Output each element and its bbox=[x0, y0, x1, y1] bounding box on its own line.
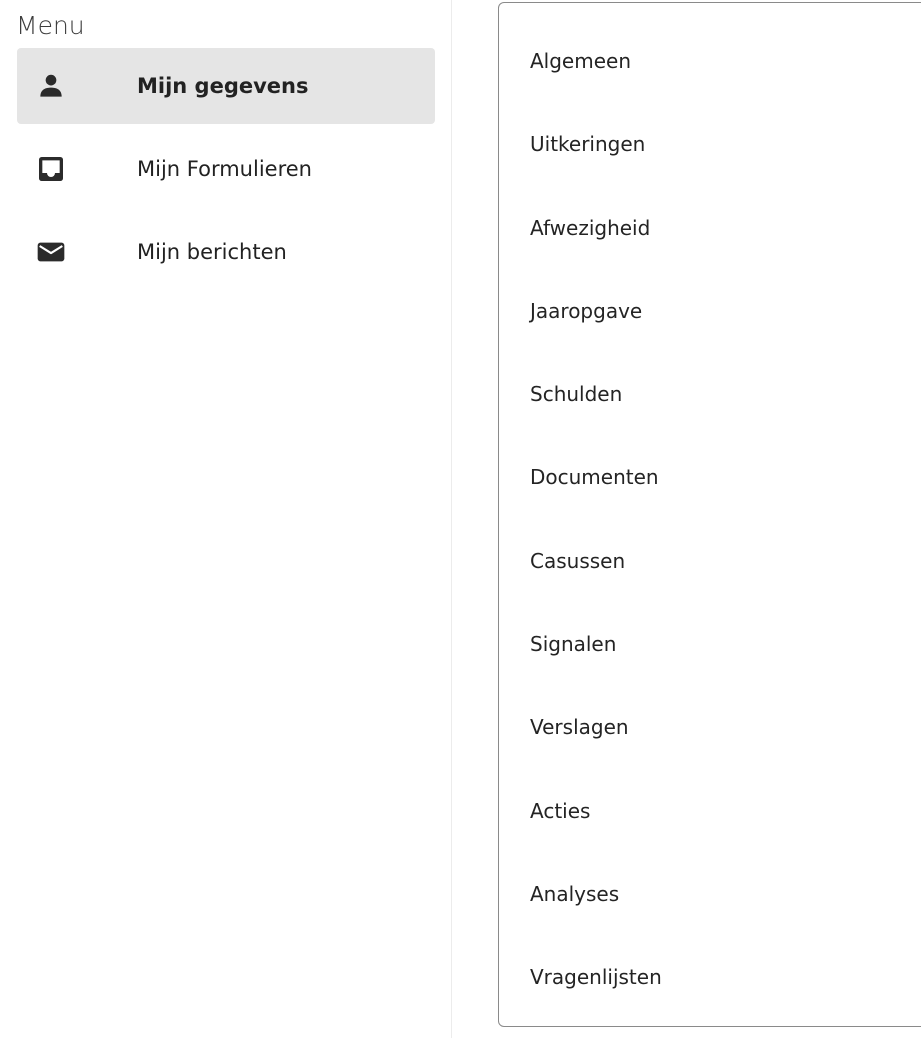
menu-heading: Menu bbox=[16, 11, 85, 40]
page: Menu Mijn gegevens Mijn Formulieren Mijn… bbox=[0, 0, 921, 1038]
submenu-item-signalen[interactable]: Signalen bbox=[530, 631, 662, 714]
main-menu: Menu Mijn gegevens Mijn Formulieren Mijn… bbox=[0, 0, 452, 1038]
submenu-item-vragenlijsten[interactable]: Vragenlijsten bbox=[530, 964, 662, 1038]
person-icon bbox=[35, 70, 67, 102]
menu-list: Mijn gegevens Mijn Formulieren Mijn beri… bbox=[17, 48, 435, 297]
submenu-item-schulden[interactable]: Schulden bbox=[530, 381, 662, 464]
menu-item-label: Mijn gegevens bbox=[137, 74, 309, 98]
submenu-item-acties[interactable]: Acties bbox=[530, 798, 662, 881]
submenu-item-afwezigheid[interactable]: Afwezigheid bbox=[530, 215, 662, 298]
mail-icon bbox=[35, 236, 67, 268]
inbox-icon bbox=[35, 153, 67, 185]
menu-item-mijn-berichten[interactable]: Mijn berichten bbox=[17, 214, 435, 290]
submenu-item-algemeen[interactable]: Algemeen bbox=[530, 48, 662, 131]
submenu-panel: Algemeen Uitkeringen Afwezigheid Jaaropg… bbox=[498, 2, 921, 1027]
submenu-item-verslagen[interactable]: Verslagen bbox=[530, 714, 662, 797]
menu-item-label: Mijn berichten bbox=[137, 240, 287, 264]
submenu-item-analyses[interactable]: Analyses bbox=[530, 881, 662, 964]
menu-item-mijn-formulieren[interactable]: Mijn Formulieren bbox=[17, 131, 435, 207]
submenu-item-jaaropgave[interactable]: Jaaropgave bbox=[530, 298, 662, 381]
submenu-item-casussen[interactable]: Casussen bbox=[530, 548, 662, 631]
submenu-list: Algemeen Uitkeringen Afwezigheid Jaaropg… bbox=[530, 48, 662, 1038]
menu-item-mijn-gegevens[interactable]: Mijn gegevens bbox=[17, 48, 435, 124]
submenu-item-documenten[interactable]: Documenten bbox=[530, 464, 662, 547]
submenu-item-uitkeringen[interactable]: Uitkeringen bbox=[530, 131, 662, 214]
menu-item-label: Mijn Formulieren bbox=[137, 157, 312, 181]
